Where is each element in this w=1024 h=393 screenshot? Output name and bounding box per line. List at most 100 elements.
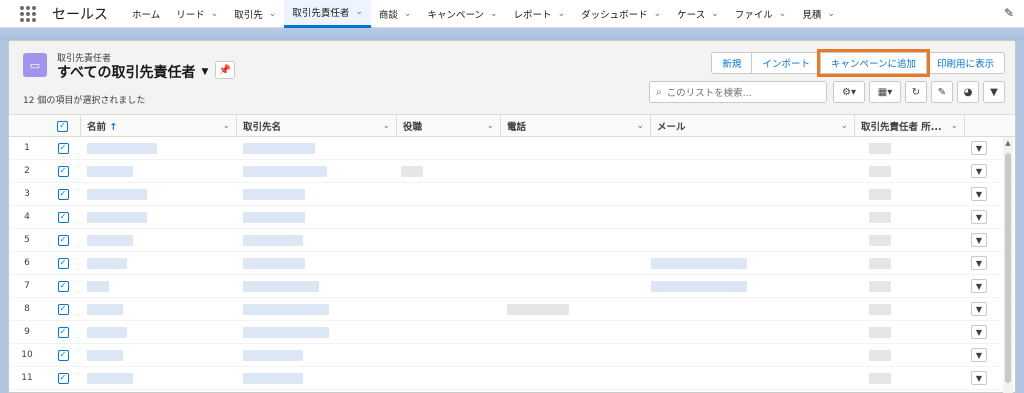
column-label: 役職 — [403, 122, 423, 133]
row-actions-menu[interactable]: ▼ — [971, 233, 987, 247]
nav-tab[interactable]: ケース ⌄ — [669, 0, 727, 28]
import-button[interactable]: インポート — [751, 52, 821, 74]
list-view-selector[interactable]: すべての取引先責任者 ▼ — [57, 62, 208, 82]
row-checkbox[interactable]: ✓ — [57, 303, 69, 315]
chevron-down-icon[interactable]: ⌄ — [490, 9, 498, 19]
refresh-icon: ↻ — [911, 86, 921, 98]
row-checkbox[interactable]: ✓ — [57, 165, 69, 177]
table-icon: ▦▾ — [877, 86, 893, 98]
chevron-down-icon[interactable]: ⌄ — [636, 121, 644, 131]
nav-tab[interactable]: 見積 ⌄ — [794, 0, 843, 28]
nav-tab[interactable]: キャンペーン ⌄ — [419, 0, 505, 28]
nav-tabs: ホーム リード ⌄ 取引先 ⌄ 取引先責任者 ⌄ 商談 ⌄ キャンペーン ⌄ レポート ⌄ ダッシュボード… — [124, 0, 843, 28]
new-button[interactable]: 新規 — [711, 52, 753, 74]
nav-tab[interactable]: ファイル ⌄ — [727, 0, 795, 28]
row-actions-menu[interactable]: ▼ — [971, 210, 987, 224]
chevron-down-icon[interactable]: ⌄ — [269, 9, 277, 19]
row-actions-menu[interactable]: ▼ — [971, 256, 987, 270]
row-checkbox[interactable]: ✓ — [57, 234, 69, 246]
column-header-title[interactable]: 役職 ⌄ — [397, 115, 501, 137]
chevron-down-icon[interactable]: ⌄ — [355, 7, 363, 17]
row-actions-menu[interactable]: ▼ — [971, 141, 987, 155]
table-row[interactable]: 2 ✓ ▼ — [9, 160, 1015, 183]
chevron-down-icon[interactable]: ⌄ — [711, 9, 719, 19]
nav-tab-label: 見積 — [802, 9, 822, 21]
table-row[interactable]: 3 ✓ ▼ — [9, 183, 1015, 206]
nav-tab[interactable]: ダッシュボード ⌄ — [573, 0, 669, 28]
column-header-account[interactable]: 取引先名 ⌄ — [237, 115, 397, 137]
row-checkbox[interactable]: ✓ — [57, 349, 69, 361]
chevron-down-icon[interactable]: ⌄ — [950, 121, 958, 131]
nav-tab[interactable]: 取引先 ⌄ — [226, 0, 284, 28]
row-actions-menu[interactable]: ▼ — [971, 164, 987, 178]
table-row[interactable]: 4 ✓ ▼ — [9, 206, 1015, 229]
row-checkbox[interactable]: ✓ — [57, 372, 69, 384]
charts-button[interactable]: ◕ — [957, 81, 979, 103]
row-number: 8 — [24, 304, 30, 314]
chevron-down-icon[interactable]: ⌄ — [382, 121, 390, 131]
row-checkbox[interactable]: ✓ — [57, 257, 69, 269]
row-actions-menu[interactable]: ▼ — [971, 371, 987, 385]
nav-tab[interactable]: 商談 ⌄ — [371, 0, 420, 28]
nav-tab[interactable]: ホーム — [124, 0, 168, 28]
row-checkbox[interactable]: ✓ — [57, 326, 69, 338]
add-to-campaign-button[interactable]: キャンペーンに追加 — [816, 49, 930, 77]
table-row[interactable]: 1 ✓ ▼ — [9, 137, 1015, 160]
table-row[interactable]: 10 ✓ ▼ — [9, 344, 1015, 367]
list-search-input[interactable]: ⌕ このリストを検索... — [649, 81, 827, 103]
scroll-up-icon[interactable]: ▲ — [1003, 139, 1013, 147]
chevron-down-icon[interactable]: ⌄ — [486, 121, 494, 131]
row-actions-menu[interactable]: ▼ — [971, 279, 987, 293]
table-row[interactable]: 9 ✓ ▼ — [9, 321, 1015, 344]
row-checkbox[interactable]: ✓ — [57, 142, 69, 154]
edit-list-button[interactable]: ✎ — [931, 81, 953, 103]
select-all-checkbox[interactable]: ✓ — [57, 120, 68, 132]
pin-icon[interactable]: 📌 — [215, 61, 235, 79]
table-row[interactable]: 6 ✓ ▼ — [9, 252, 1015, 275]
row-actions-menu[interactable]: ▼ — [971, 187, 987, 201]
refresh-button[interactable]: ↻ — [905, 81, 927, 103]
display-as-button[interactable]: ▦▾ — [869, 81, 901, 103]
redacted-cell — [243, 373, 303, 384]
row-checkbox[interactable]: ✓ — [57, 280, 69, 292]
nav-tab-label: 商談 — [378, 9, 398, 21]
scrollbar-thumb[interactable] — [1005, 153, 1011, 383]
row-number: 5 — [24, 235, 30, 245]
chevron-down-icon[interactable]: ⌄ — [222, 121, 230, 131]
table-row[interactable]: 11 ✓ ▼ — [9, 367, 1015, 390]
row-checkbox-cell: ✓ — [45, 257, 81, 269]
column-header-owner[interactable]: 取引先責任者 所... ⌄ — [855, 115, 965, 137]
chevron-down-icon[interactable]: ⌄ — [840, 121, 848, 131]
redacted-cell — [87, 143, 157, 154]
row-actions-menu[interactable]: ▼ — [971, 302, 987, 316]
chevron-down-icon[interactable]: ⌄ — [779, 9, 787, 19]
table-row[interactable]: 7 ✓ ▼ — [9, 275, 1015, 298]
pencil-icon[interactable]: ✎ — [1004, 6, 1014, 20]
chevron-down-icon[interactable]: ⌄ — [404, 9, 412, 19]
chevron-down-icon[interactable]: ⌄ — [827, 9, 835, 19]
nav-tab[interactable]: レポート ⌄ — [506, 0, 574, 28]
row-actions-menu[interactable]: ▼ — [971, 325, 987, 339]
column-header-phone[interactable]: 電話 ⌄ — [501, 115, 651, 137]
nav-tab-label: キャンペーン — [427, 9, 484, 21]
column-header-email[interactable]: メール ⌄ — [651, 115, 855, 137]
row-number: 9 — [24, 327, 30, 337]
row-actions-menu[interactable]: ▼ — [971, 348, 987, 362]
table-row[interactable]: 5 ✓ ▼ — [9, 229, 1015, 252]
row-number: 7 — [24, 281, 30, 291]
printable-view-button[interactable]: 印刷用に表示 — [925, 52, 1005, 74]
chevron-down-icon[interactable]: ⌄ — [211, 9, 219, 19]
list-settings-button[interactable]: ⚙▾ — [833, 81, 865, 103]
table-row[interactable]: 8 ✓ ▼ — [9, 298, 1015, 321]
app-launcher-icon[interactable] — [20, 5, 36, 22]
row-checkbox[interactable]: ✓ — [57, 188, 69, 200]
nav-tab[interactable]: リード ⌄ — [168, 0, 226, 28]
chevron-down-icon[interactable]: ⌄ — [654, 9, 662, 19]
nav-tab[interactable]: 取引先責任者 ⌄ — [284, 0, 371, 28]
row-checkbox[interactable]: ✓ — [57, 211, 69, 223]
filter-button[interactable]: ▼ — [983, 81, 1005, 103]
row-number: 1 — [24, 143, 30, 153]
chevron-down-icon[interactable]: ⌄ — [558, 9, 566, 19]
row-number: 6 — [24, 258, 30, 268]
column-header-name[interactable]: 名前 ↑ ⌄ — [81, 115, 237, 137]
